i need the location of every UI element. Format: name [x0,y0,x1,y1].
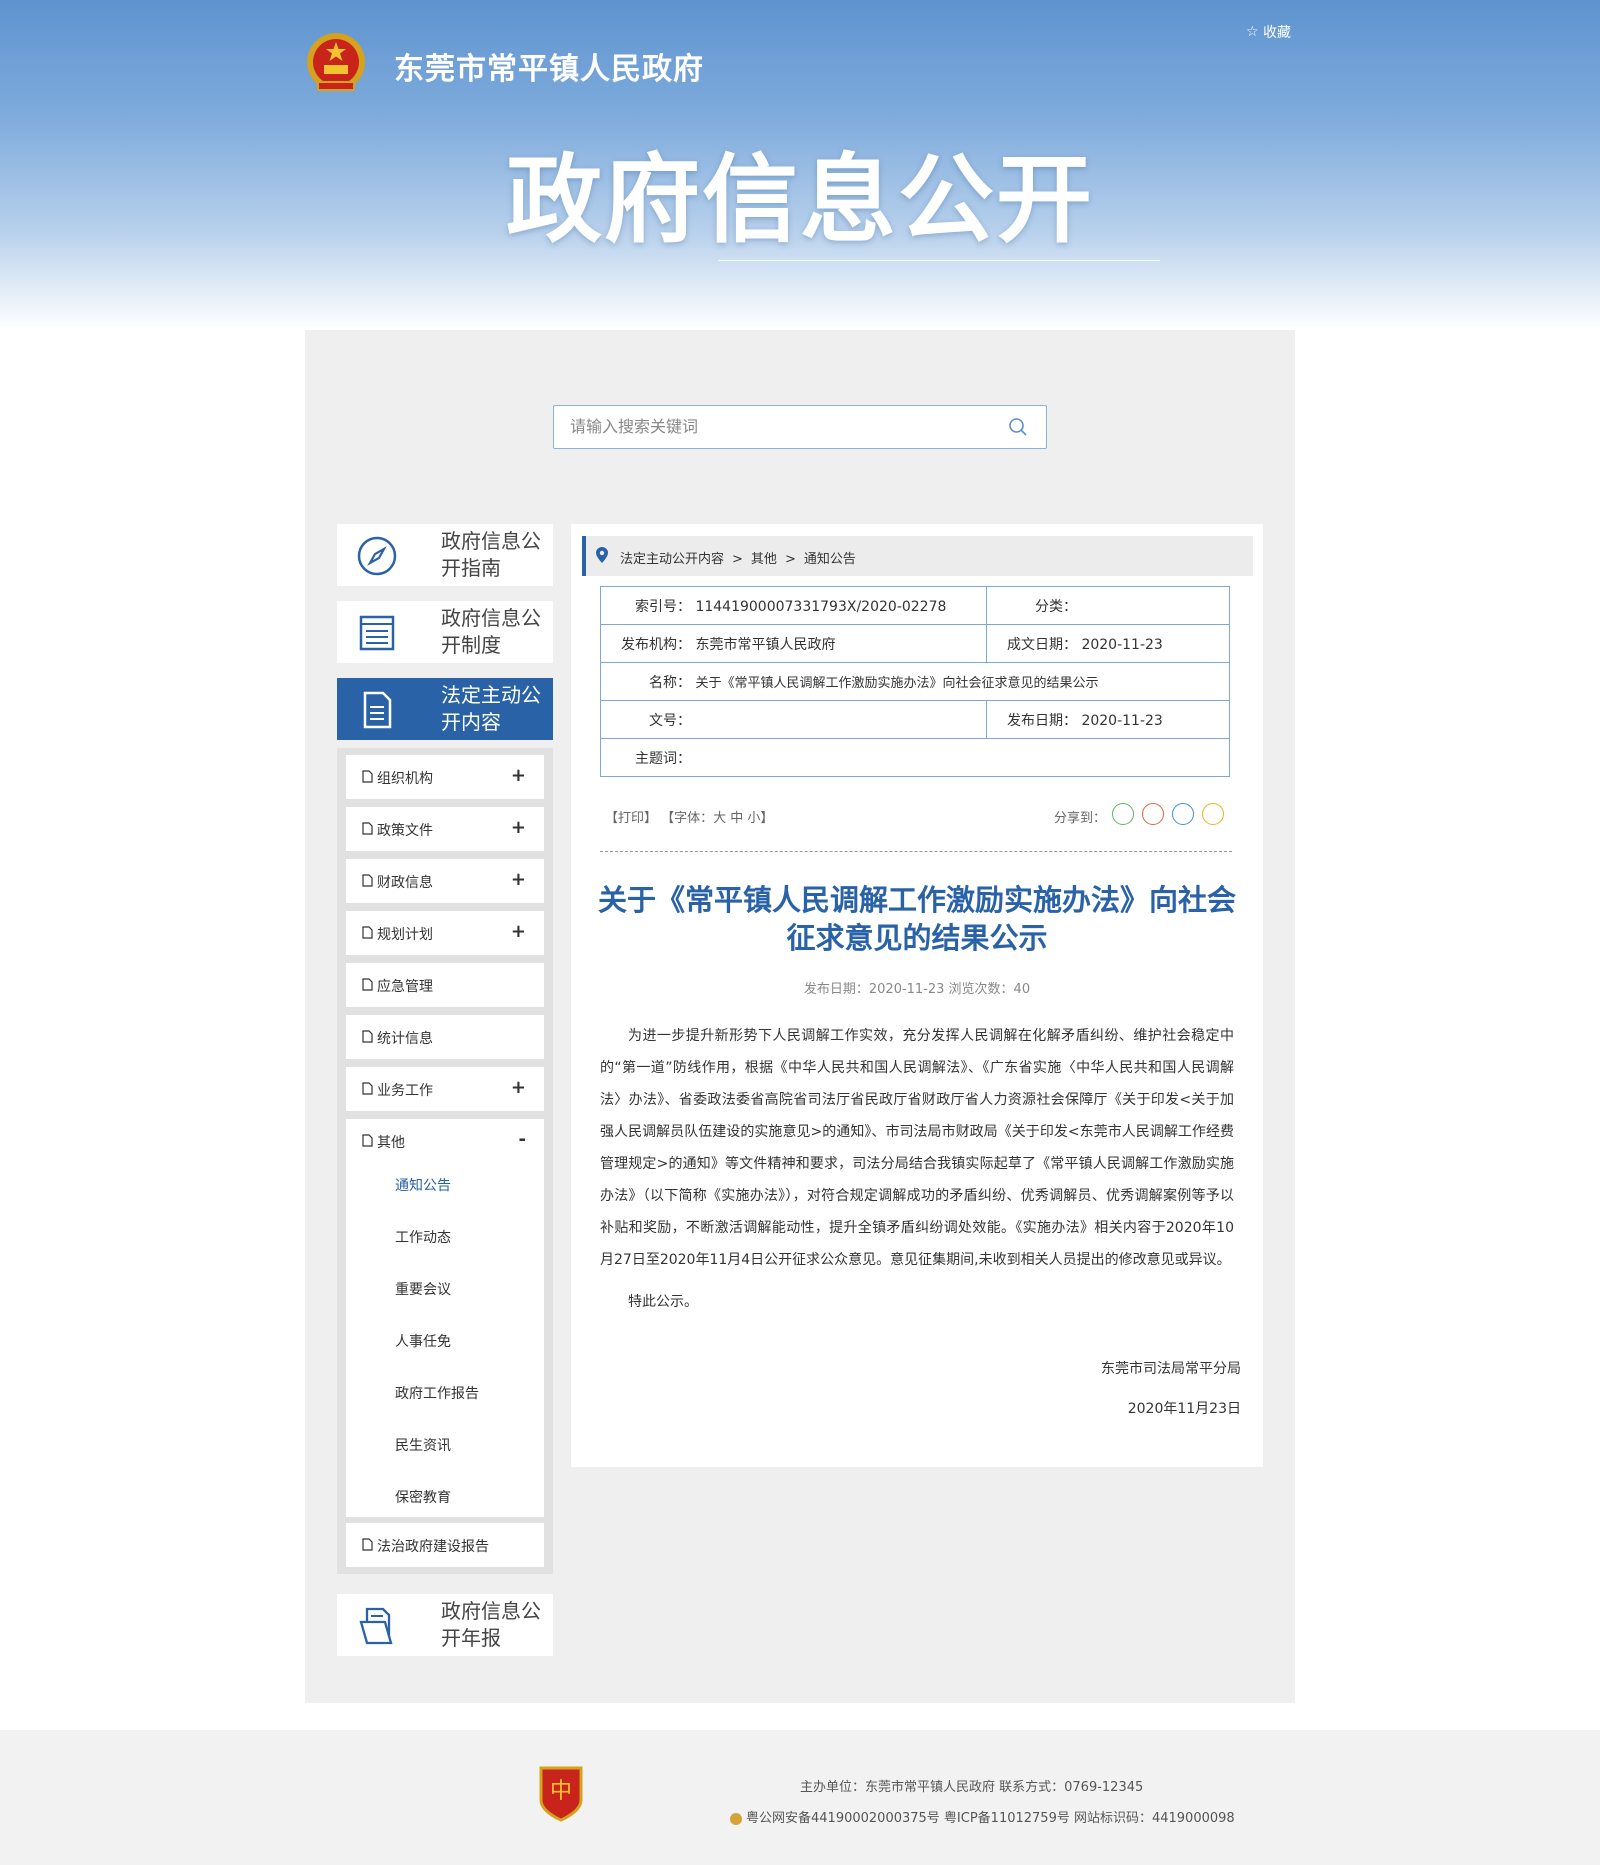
doc-icon [362,822,373,835]
qzone-icon[interactable] [1202,803,1224,825]
site-name[interactable]: 东莞市常平镇人民政府 [394,44,704,88]
article-closing: 特此公示。 [628,1294,698,1310]
submenu-child[interactable]: 工作动态 [395,1227,451,1247]
submenu-item[interactable]: 组织机构 + [346,755,544,799]
doc-icon [362,770,373,783]
doc-icon [362,874,373,887]
submenu-item[interactable]: 规划计划 + [346,911,544,955]
submenu-child[interactable]: 保密教育 [395,1487,451,1507]
party-government-badge-icon[interactable]: 中 [537,1764,585,1822]
submenu-item[interactable]: 政策文件 + [346,807,544,851]
location-pin-icon [596,547,608,563]
chevron-right-icon: > [732,552,743,567]
doc-icon [362,1030,373,1043]
doc-icon [362,1538,373,1551]
sidebar-submenu: 组织机构 + 政策文件 + 财政信息 + 规划计划 + 应急管理 统计信息 业务… [337,748,553,1574]
submenu-item[interactable]: 业务工作 + [346,1067,544,1111]
article-paragraph: 为进一步提升新形势下人民调解工作实效，充分发挥人民调解在化解矛盾纠纷、维护社会稳… [600,1028,1234,1268]
chevron-right-icon: > [784,552,796,567]
submenu-child-notices[interactable]: 通知公告 [395,1175,451,1195]
expand-icon[interactable]: + [511,1077,526,1098]
footer: 中 主办单位：东莞市常平镇人民政府 联系方式：0769-12345 粤公网安备4… [0,1730,1600,1865]
submenu-child[interactable]: 民生资讯 [395,1435,451,1455]
hero-divider [718,260,1160,261]
report-icon [359,1607,393,1645]
doc-icon [362,978,373,991]
font-size-links[interactable]: 【字体：大 中 小】 [661,811,773,826]
svg-text:中: 中 [550,1779,572,1804]
print-link[interactable]: 【打印】 [605,811,657,826]
article-body: 为进一步提升新形势下人民调解工作实效，充分发挥人民调解在化解矛盾纠纷、维护社会稳… [600,1020,1234,1318]
expand-icon[interactable]: + [511,765,526,786]
breadcrumb-link[interactable]: 其他 [751,552,777,567]
submenu-item[interactable]: 财政信息 + [346,859,544,903]
star-icon: ☆ [1246,24,1259,40]
sidebar-item-annual[interactable]: 政府信息公开年报 [337,1594,553,1656]
expand-icon[interactable]: + [511,921,526,942]
article-meta: 发布日期：2020-11-23 浏览次数：40 [803,982,1031,997]
favorite-link[interactable]: ☆ 收藏 [1246,22,1291,42]
sidebar-item-guide[interactable]: 政府信息公开指南 [337,524,553,586]
footer-record-info: 粤公网安备44190002000375号 粤ICP备11012759号 网站标识… [730,1807,1235,1826]
submenu-item[interactable]: 法治政府建设报告 [346,1523,544,1567]
weibo-icon[interactable] [1142,803,1164,825]
national-emblem-icon [307,33,365,91]
article-panel: 法定主动公开内容 > 其他 > 通知公告 索引号： 11441900007331793X… [571,524,1263,1467]
article-signer: 东莞市司法局常平分局 [1101,1361,1241,1377]
favorite-label: 收藏 [1263,25,1292,41]
footer-host-info: 主办单位：东莞市常平镇人民政府 联系方式：0769-12345 [800,1780,1144,1795]
hero-title: 政府信息公开 [506,144,1094,256]
wechat-icon[interactable] [1112,803,1134,825]
police-badge-icon [730,1812,742,1825]
divider [600,851,1232,852]
search-input[interactable] [568,416,992,437]
breadcrumb: 法定主动公开内容 > 其他 > 通知公告 [582,536,1253,576]
doc-icon [362,1134,373,1147]
submenu-child[interactable]: 重要会议 [395,1279,451,1299]
sidebar-item-label: 政府信息公开指南 [441,529,541,580]
sidebar-item-system[interactable]: 政府信息公开制度 [337,601,553,663]
search-icon[interactable] [1008,417,1028,437]
sidebar-item-label: 政府信息公开制度 [441,606,541,657]
qq-icon[interactable] [1172,803,1194,825]
sidebar-item-label: 政府信息公开年报 [441,1599,541,1650]
article-sign-date: 2020年11月23日 [1127,1401,1241,1417]
submenu-item[interactable]: 其他 - [346,1119,544,1163]
article-title: 关于《常平镇人民调解工作激励实施办法》向社会征求意见的结果公示 [597,883,1236,955]
metadata-table: 索引号： 11441900007331793X/2020-02278 分类： 发… [600,586,1230,777]
sidebar-item-active-content[interactable]: 法定主动公开内容 [337,678,553,740]
expand-icon[interactable]: + [511,817,526,838]
article-tools: 【打印】 【字体：大 中 小】 [605,807,773,826]
submenu-expanded-other: 其他 - 通知公告 工作动态 重要会议 人事任免 政府工作报告 民生资讯 保密教… [346,1119,544,1517]
collapse-icon[interactable]: - [519,1129,526,1150]
share-buttons [1112,803,1242,827]
expand-icon[interactable]: + [511,869,526,890]
sidebar-item-label: 法定主动公开内容 [441,683,541,734]
list-document-icon [359,615,395,651]
doc-icon [362,1082,373,1095]
breadcrumb-link[interactable]: 法定主动公开内容 [620,552,724,567]
share-label: 分享到： [1054,811,1107,826]
submenu-item[interactable]: 应急管理 [346,963,544,1007]
doc-icon [362,926,373,939]
submenu-child[interactable]: 人事任免 [395,1331,451,1351]
page-header: 东莞市常平镇人民政府 ☆ 收藏 政府信息公开 [0,0,1600,330]
search-box[interactable] [553,405,1047,449]
breadcrumb-link[interactable]: 通知公告 [804,552,856,567]
submenu-item[interactable]: 统计信息 [346,1015,544,1059]
compass-icon [357,536,397,576]
document-icon [363,691,392,729]
submenu-child[interactable]: 政府工作报告 [395,1383,479,1403]
